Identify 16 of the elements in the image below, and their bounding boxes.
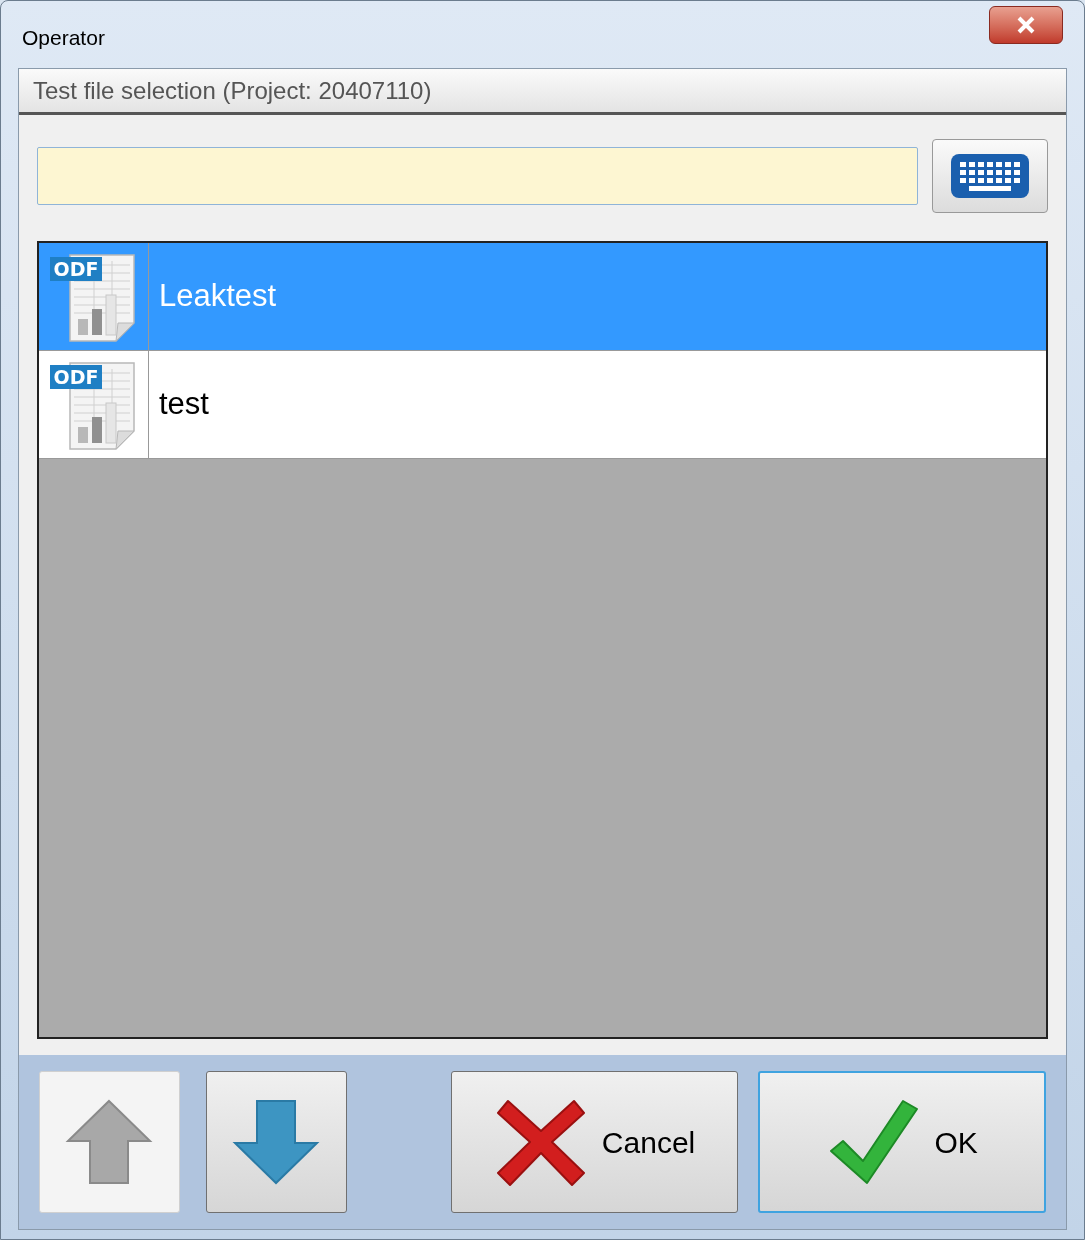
keyboard-icon bbox=[950, 153, 1030, 199]
ok-button[interactable]: OK bbox=[758, 1071, 1046, 1213]
close-button[interactable] bbox=[989, 6, 1063, 44]
down-button[interactable] bbox=[205, 1071, 347, 1213]
close-icon bbox=[1016, 16, 1036, 34]
file-name: test bbox=[159, 385, 209, 424]
file-name: Leaktest bbox=[159, 277, 277, 316]
keyboard-button[interactable] bbox=[932, 139, 1048, 213]
file-row[interactable]: ODF Leaktest bbox=[39, 243, 1046, 351]
file-row[interactable]: ODF test bbox=[39, 351, 1046, 459]
text-field[interactable] bbox=[37, 147, 918, 205]
odf-label: ODF bbox=[49, 256, 103, 281]
header-title: Test file selection (Project: 20407110) bbox=[33, 75, 432, 106]
window-title: Operator bbox=[22, 25, 105, 51]
odf-label: ODF bbox=[49, 364, 103, 389]
cancel-button[interactable]: Cancel bbox=[450, 1071, 739, 1213]
